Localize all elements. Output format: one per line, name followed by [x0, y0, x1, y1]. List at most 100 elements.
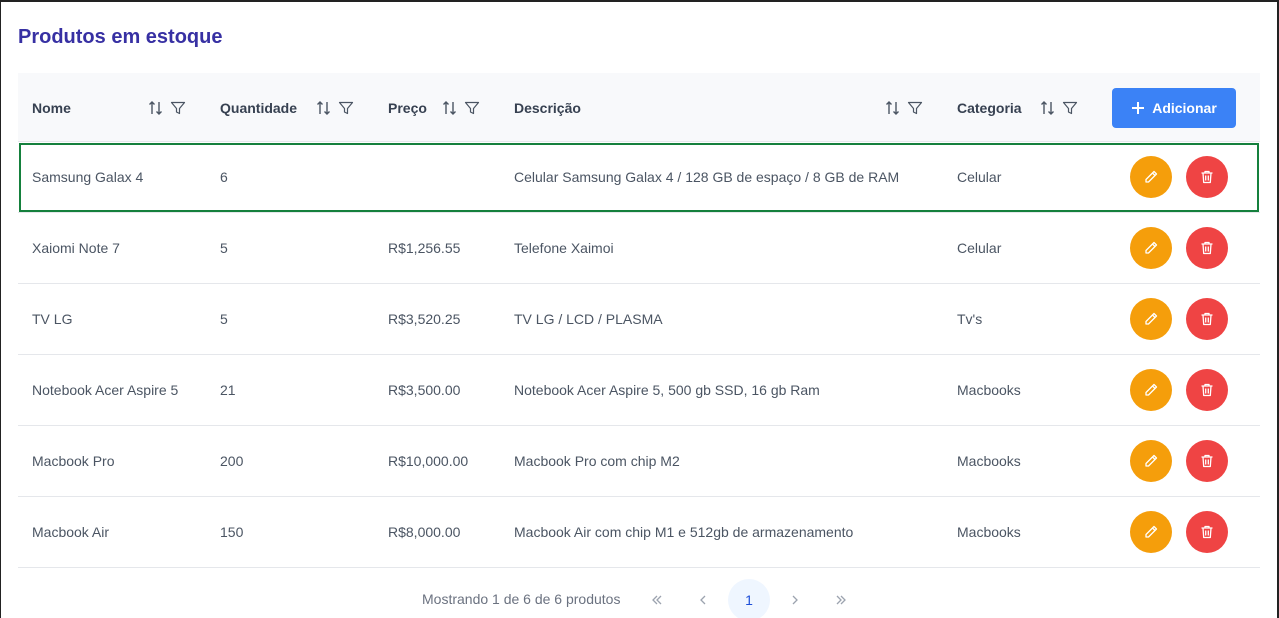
cell-descricao: Macbook Air com chip M1 e 512gb de armaz…: [514, 524, 854, 540]
sort-icon[interactable]: [442, 100, 458, 116]
edit-button[interactable]: [1130, 298, 1172, 340]
trash-icon: [1199, 240, 1215, 256]
pagination-info: Mostrando 1 de 6 de 6 produtos: [422, 591, 621, 607]
column-header-preco: Preço: [388, 73, 427, 142]
column-tools-categoria: [1040, 73, 1078, 142]
cell-preco: R$3,520.25: [388, 311, 461, 327]
table-row[interactable]: Macbook Pro 200 R$10,000.00 Macbook Pro com…: [18, 426, 1260, 497]
cell-quantidade: 21: [220, 382, 236, 398]
double-chevron-left-icon: [652, 595, 662, 605]
table-row[interactable]: Samsung Galax 4 6 Celular Samsung Galax 4 …: [18, 142, 1260, 213]
pencil-icon: [1143, 311, 1159, 327]
cell-descricao: Celular Samsung Galax 4 / 128 GB de espa…: [514, 169, 900, 185]
trash-icon: [1199, 453, 1215, 469]
page-button-current[interactable]: 1: [728, 579, 770, 618]
column-header-nome: Nome: [32, 73, 71, 142]
cell-nome: Notebook Acer Aspire 5: [32, 382, 179, 398]
pagination: Mostrando 1 de 6 de 6 produtos 1: [0, 575, 1279, 618]
cell-categoria: Macbooks: [957, 453, 1021, 469]
edit-button[interactable]: [1130, 440, 1172, 482]
table-row[interactable]: Xaiomi Note 7 5 R$1,256.55 Telefone Xaimoi C…: [18, 213, 1260, 284]
edit-button[interactable]: [1130, 227, 1172, 269]
chevron-left-icon: [700, 595, 706, 605]
cell-categoria: Celular: [957, 169, 1002, 185]
cell-nome: Macbook Pro: [32, 453, 115, 469]
trash-icon: [1199, 169, 1215, 185]
column-header-categoria: Categoria: [957, 73, 1022, 142]
trash-icon: [1199, 311, 1215, 327]
delete-button[interactable]: [1186, 369, 1228, 411]
sort-icon[interactable]: [316, 100, 332, 116]
cell-nome: Xaiomi Note 7: [32, 240, 120, 256]
cell-descricao: Telefone Xaimoi: [514, 240, 614, 256]
add-product-button[interactable]: Adicionar: [1112, 88, 1236, 128]
cell-preco: R$3,500.00: [388, 382, 461, 398]
filter-icon[interactable]: [464, 100, 480, 116]
delete-button[interactable]: [1186, 298, 1228, 340]
cell-quantidade: 6: [220, 169, 228, 185]
cell-categoria: Macbooks: [957, 382, 1021, 398]
cell-categoria: Celular: [957, 240, 1002, 256]
sort-icon[interactable]: [885, 100, 901, 116]
pencil-icon: [1143, 169, 1159, 185]
filter-icon[interactable]: [170, 100, 186, 116]
column-tools-preco: [442, 73, 480, 142]
column-tools-quantidade: [316, 73, 354, 142]
column-header-descricao: Descrição: [514, 73, 581, 142]
delete-button[interactable]: [1186, 440, 1228, 482]
cell-descricao: Notebook Acer Aspire 5, 500 gb SSD, 16 g…: [514, 382, 820, 398]
column-label-preco: Preço: [388, 99, 427, 116]
sort-icon[interactable]: [1040, 100, 1056, 116]
last-page-button[interactable]: [821, 580, 861, 618]
cell-nome: Macbook Air: [32, 524, 110, 540]
filter-icon[interactable]: [1062, 100, 1078, 116]
double-chevron-right-icon: [836, 595, 846, 605]
pencil-icon: [1143, 382, 1159, 398]
cell-categoria: Tv's: [957, 311, 983, 327]
column-tools-descricao: [885, 73, 923, 142]
next-page-button[interactable]: [775, 580, 815, 618]
trash-icon: [1199, 524, 1215, 540]
column-label-quantidade: Quantidade: [220, 99, 298, 116]
column-label-descricao: Descrição: [514, 99, 581, 116]
cell-quantidade: 200: [220, 453, 244, 469]
column-label-categoria: Categoria: [957, 99, 1022, 116]
cell-nome: TV LG: [32, 311, 73, 327]
delete-button[interactable]: [1186, 511, 1228, 553]
filter-icon[interactable]: [338, 100, 354, 116]
edit-button[interactable]: [1130, 156, 1172, 198]
edit-button[interactable]: [1130, 511, 1172, 553]
cell-preco: R$10,000.00: [388, 453, 469, 469]
table-row[interactable]: TV LG 5 R$3,520.25 TV LG / LCD / PLASMA Tv's: [18, 284, 1260, 355]
products-table: Nome Quantidade Preço Descrição Categori…: [18, 73, 1260, 568]
cell-nome: Samsung Galax 4: [32, 169, 144, 185]
column-tools-nome: [148, 73, 186, 142]
sort-icon[interactable]: [148, 100, 164, 116]
column-label-nome: Nome: [32, 99, 71, 116]
column-header-quantidade: Quantidade: [220, 73, 297, 142]
cell-descricao: Macbook Pro com chip M2: [514, 453, 680, 469]
cell-quantidade: 150: [220, 524, 244, 540]
cell-quantidade: 5: [220, 311, 228, 327]
table-row[interactable]: Macbook Air 150 R$8,000.00 Macbook Air com …: [18, 497, 1260, 568]
first-page-button[interactable]: [637, 580, 677, 618]
delete-button[interactable]: [1186, 227, 1228, 269]
edit-button[interactable]: [1130, 369, 1172, 411]
table-row[interactable]: Notebook Acer Aspire 5 21 R$3,500.00 Notebo…: [18, 355, 1260, 426]
page-title: Produtos em estoque: [18, 26, 223, 48]
add-button-label: Adicionar: [1152, 100, 1217, 116]
cell-preco: R$8,000.00: [388, 524, 461, 540]
delete-button[interactable]: [1186, 156, 1228, 198]
cell-preco: R$1,256.55: [388, 240, 461, 256]
pencil-icon: [1143, 240, 1159, 256]
table-header: Nome Quantidade Preço Descrição Categori…: [18, 73, 1260, 142]
filter-icon[interactable]: [907, 100, 923, 116]
chevron-right-icon: [792, 595, 798, 605]
pencil-icon: [1143, 524, 1159, 540]
plus-icon: [1131, 101, 1145, 115]
previous-page-button[interactable]: [683, 580, 723, 618]
table-body: Samsung Galax 4 6 Celular Samsung Galax 4 …: [18, 142, 1260, 568]
cell-descricao: TV LG / LCD / PLASMA: [514, 311, 663, 327]
trash-icon: [1199, 382, 1215, 398]
cell-quantidade: 5: [220, 240, 228, 256]
